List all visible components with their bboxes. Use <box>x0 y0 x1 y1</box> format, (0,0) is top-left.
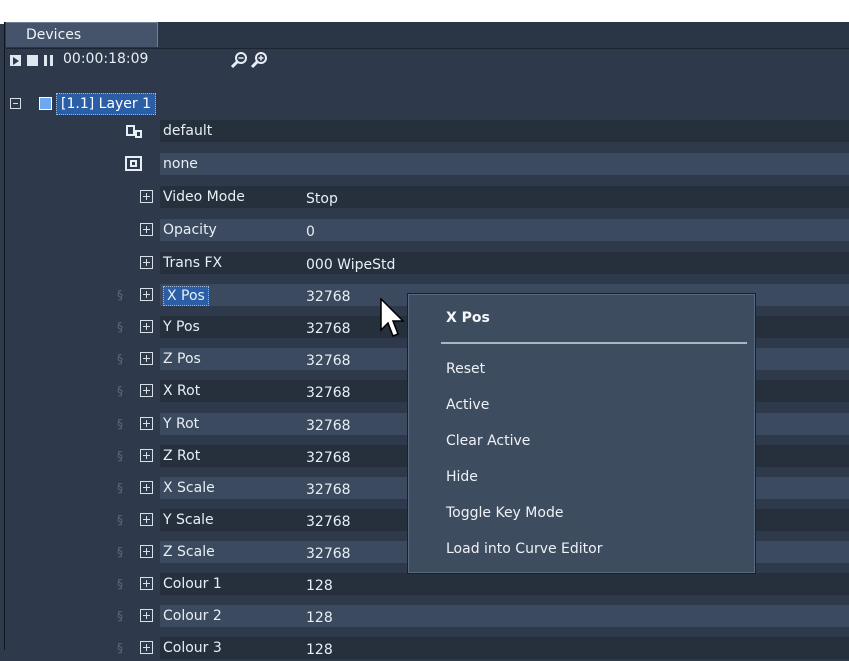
param-name-opacity[interactable]: Opacity <box>163 219 217 241</box>
layer-icon <box>39 97 52 110</box>
param-value-colour-2[interactable]: 128 <box>306 607 333 629</box>
menu-item-load-into-curve-editor[interactable]: Load into Curve Editor <box>446 537 603 561</box>
link-icon: § <box>117 320 123 334</box>
expand-icon[interactable] <box>140 417 153 430</box>
link-icon: § <box>117 449 123 463</box>
link-icon: § <box>117 577 123 591</box>
stop-icon[interactable] <box>27 55 38 66</box>
mouse-cursor-icon <box>380 297 406 340</box>
expand-icon[interactable] <box>140 256 153 269</box>
param-value-z-pos[interactable]: 32768 <box>306 350 351 372</box>
expand-icon[interactable] <box>140 320 153 333</box>
param-name-y-pos[interactable]: Y Pos <box>163 316 200 338</box>
param-name-trans-fx[interactable]: Trans FX <box>163 252 222 274</box>
menu-item-active[interactable]: Active <box>446 393 489 417</box>
link-icon: § <box>117 384 123 398</box>
menu-item-hide[interactable]: Hide <box>446 465 478 489</box>
param-value-y-pos[interactable]: 32768 <box>306 318 351 340</box>
expand-icon[interactable] <box>140 641 153 654</box>
param-value-colour-1[interactable]: 128 <box>306 575 333 597</box>
link-icon: § <box>117 609 123 623</box>
row-opacity <box>160 219 849 241</box>
pause-icon[interactable] <box>44 55 53 66</box>
menu-item-clear-active[interactable]: Clear Active <box>446 429 530 453</box>
param-name-y-rot[interactable]: Y Rot <box>163 413 199 435</box>
none-icon <box>124 155 144 173</box>
link-icon: § <box>117 288 123 302</box>
param-value-colour-3[interactable]: 128 <box>306 639 333 661</box>
param-value-trans-fx[interactable]: 000 WipeStd <box>306 254 395 276</box>
play-icon[interactable] <box>10 55 21 66</box>
param-value-x-rot[interactable]: 32768 <box>306 382 351 404</box>
param-value-z-scale[interactable]: 32768 <box>306 543 351 565</box>
row-none <box>160 153 849 175</box>
param-value-opacity[interactable]: 0 <box>306 221 315 243</box>
expand-icon[interactable] <box>140 545 153 558</box>
param-value-y-rot[interactable]: 32768 <box>306 415 351 437</box>
expand-icon[interactable] <box>140 384 153 397</box>
param-name-x-rot[interactable]: X Rot <box>163 380 200 402</box>
param-name-colour-3[interactable]: Colour 3 <box>163 637 222 659</box>
expand-icon[interactable] <box>140 449 153 462</box>
param-value-x-pos[interactable]: 32768 <box>306 286 351 308</box>
row-colour-1 <box>160 573 849 595</box>
param-name-y-scale[interactable]: Y Scale <box>163 509 214 531</box>
expand-icon[interactable] <box>140 190 153 203</box>
link-icon: § <box>117 417 123 431</box>
expand-icon[interactable] <box>140 577 153 590</box>
window-top-strip <box>0 0 849 24</box>
expand-icon[interactable] <box>140 288 153 301</box>
link-icon: § <box>117 641 123 655</box>
param-name-video-mode[interactable]: Video Mode <box>163 186 245 208</box>
param-value-z-rot[interactable]: 32768 <box>306 447 351 469</box>
param-name-colour-1[interactable]: Colour 1 <box>163 573 222 595</box>
row-default <box>160 120 849 142</box>
context-menu-title: X Pos <box>446 310 490 326</box>
param-name-z-scale[interactable]: Z Scale <box>163 541 215 563</box>
param-name-x-pos[interactable]: X Pos <box>163 286 209 306</box>
link-icon: § <box>117 545 123 559</box>
param-name-default[interactable]: default <box>163 120 212 142</box>
param-name-z-pos[interactable]: Z Pos <box>163 348 201 370</box>
zoom-in-icon[interactable] <box>250 50 270 70</box>
link-icon: § <box>117 513 123 527</box>
collapse-toggle-icon[interactable] <box>10 98 21 109</box>
expand-icon[interactable] <box>140 513 153 526</box>
context-menu: X Pos Reset Active Clear Active Hide Tog… <box>407 293 756 574</box>
menu-item-reset[interactable]: Reset <box>446 357 485 381</box>
param-name-colour-2[interactable]: Colour 2 <box>163 605 222 627</box>
param-value-y-scale[interactable]: 32768 <box>306 511 351 533</box>
param-name-z-rot[interactable]: Z Rot <box>163 445 200 467</box>
timecode: 00:00:18:09 <box>63 51 149 67</box>
layer-label[interactable]: [1.1] Layer 1 <box>56 93 157 115</box>
expand-icon[interactable] <box>140 609 153 622</box>
link-icon: § <box>117 352 123 366</box>
expand-icon[interactable] <box>140 223 153 236</box>
expand-icon[interactable] <box>140 352 153 365</box>
row-video-mode <box>160 186 849 208</box>
row-colour-2 <box>160 605 849 627</box>
param-name-x-scale[interactable]: X Scale <box>163 477 215 499</box>
menu-item-toggle-key-mode[interactable]: Toggle Key Mode <box>446 501 563 525</box>
link-icon: § <box>117 481 123 495</box>
zoom-out-icon[interactable] <box>230 50 250 70</box>
context-menu-separator <box>441 342 747 344</box>
expand-icon[interactable] <box>140 481 153 494</box>
row-trans-fx <box>160 252 849 274</box>
default-icon <box>124 122 144 140</box>
row-colour-3 <box>160 637 849 659</box>
param-value-x-scale[interactable]: 32768 <box>306 479 351 501</box>
param-value-video-mode[interactable]: Stop <box>306 188 338 210</box>
tab-devices[interactable]: Devices <box>6 22 158 47</box>
param-name-none[interactable]: none <box>163 153 198 175</box>
